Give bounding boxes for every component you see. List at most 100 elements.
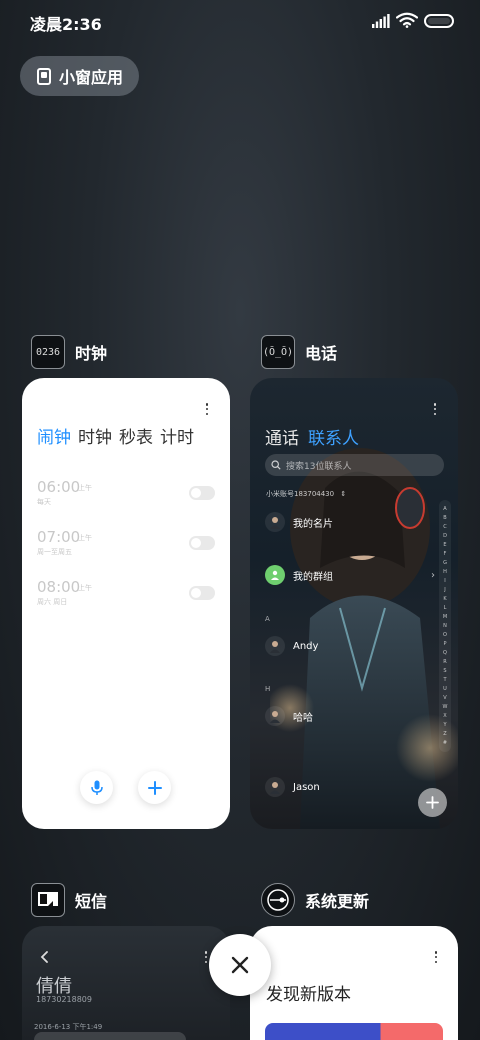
index-letter[interactable]: Y	[439, 722, 451, 728]
phone-app-name: 电话	[305, 344, 338, 363]
mini-window-apps-button[interactable]: 小窗应用	[20, 56, 139, 96]
tab-contacts[interactable]: 联系人	[308, 424, 359, 449]
contact-name: Andy	[293, 640, 319, 652]
phone-app-card[interactable]: 通话 联系人 搜索13位联系人 小米账号183704430 ⇕ 我的名片 我的群…	[250, 378, 458, 829]
clock-app-header[interactable]: 0236 时钟	[31, 335, 107, 369]
back-icon[interactable]	[40, 951, 50, 963]
tab-stopwatch[interactable]: 秒表	[119, 423, 153, 448]
contact-name: 哈哈	[293, 712, 313, 724]
index-letter[interactable]: C	[439, 524, 451, 530]
avatar	[265, 706, 285, 726]
avatar	[265, 512, 285, 532]
alarm-row[interactable]: 06:00 上午 每天	[37, 478, 215, 512]
alarm-toggle[interactable]	[189, 586, 215, 600]
contact-row[interactable]: Andy	[265, 633, 445, 659]
index-letter[interactable]: F	[439, 551, 451, 557]
plus-icon	[426, 796, 439, 809]
index-letter[interactable]: D	[439, 533, 451, 539]
tab-clock[interactable]: 时钟	[78, 423, 112, 448]
alarm-ampm: 上午	[78, 534, 92, 542]
index-letter[interactable]: U	[439, 686, 451, 692]
alarm-row[interactable]: 07:00 上午 周一至周五	[37, 528, 215, 562]
alarm-ampm: 上午	[78, 584, 92, 592]
index-letter[interactable]: W	[439, 704, 451, 710]
phone-app-header[interactable]: (Ō_Ō) 电话	[261, 335, 337, 369]
alarm-time: 06:00	[37, 478, 81, 496]
add-contact-button[interactable]	[418, 788, 447, 817]
alarm-time: 08:00	[37, 578, 81, 596]
sms-app-name: 短信	[75, 892, 108, 911]
tab-alarm[interactable]: 闹钟	[37, 423, 71, 448]
index-letter[interactable]: I	[439, 578, 451, 584]
plus-icon	[147, 780, 162, 795]
contacts-search-input[interactable]: 搜索13位联系人	[265, 454, 444, 476]
index-letter[interactable]: P	[439, 641, 451, 647]
alphabet-index[interactable]: A B C D E F G H I J K L M N O P Q R S T U V W X Y Z #	[439, 500, 451, 752]
close-icon	[231, 956, 249, 974]
contact-row[interactable]: Jason	[265, 774, 445, 800]
group-icon	[265, 565, 285, 585]
sms-app-icon	[31, 883, 65, 917]
index-letter[interactable]: A	[439, 506, 451, 512]
sms-app-card[interactable]: 倩倩 18730218809 2016-6-13 下午1:49	[22, 926, 230, 1040]
index-letter[interactable]: V	[439, 695, 451, 701]
index-letter[interactable]: K	[439, 596, 451, 602]
contact-name: Jason	[293, 781, 320, 793]
index-letter[interactable]: J	[439, 587, 451, 593]
update-more-icon[interactable]	[434, 951, 438, 963]
tab-timer[interactable]: 计时	[160, 423, 194, 448]
chevron-right-icon: ›	[431, 569, 435, 581]
index-letter[interactable]: B	[439, 515, 451, 521]
index-letter[interactable]: #	[439, 740, 451, 746]
index-letter[interactable]: E	[439, 542, 451, 548]
account-text: 小米账号183704430	[266, 490, 335, 498]
clock-tabs: 闹钟 时钟 秒表 计时	[37, 423, 194, 448]
index-letter[interactable]: N	[439, 623, 451, 629]
account-label[interactable]: 小米账号183704430 ⇕	[266, 489, 346, 499]
update-banner	[265, 1023, 443, 1040]
sms-more-icon[interactable]	[204, 951, 208, 963]
system-update-card[interactable]: 发现新版本	[250, 926, 458, 1040]
phone-tabs: 通话 联系人	[265, 424, 359, 449]
contact-row-my-groups[interactable]: 我的群组 ›	[265, 562, 445, 588]
index-letter[interactable]: Q	[439, 650, 451, 656]
phone-app-icon: (Ō_Ō)	[261, 335, 295, 369]
status-time: 凌晨2:36	[30, 15, 102, 34]
index-letter[interactable]: G	[439, 560, 451, 566]
contacts-search-placeholder: 搜索13位联系人	[286, 461, 352, 472]
clock-app-card[interactable]: 闹钟 时钟 秒表 计时 06:00 上午 每天 07:00 上午 周一至周五 0…	[22, 378, 230, 829]
add-alarm-button[interactable]	[138, 771, 171, 804]
phone-more-icon[interactable]	[433, 403, 437, 415]
index-letter[interactable]: M	[439, 614, 451, 620]
system-update-icon	[261, 883, 295, 917]
index-letter[interactable]: O	[439, 632, 451, 638]
tab-calls[interactable]: 通话	[265, 424, 299, 449]
index-letter[interactable]: H	[439, 569, 451, 575]
index-letter[interactable]: Z	[439, 731, 451, 737]
alarm-row[interactable]: 08:00 上午 周六 周日	[37, 578, 215, 612]
index-letter[interactable]: S	[439, 668, 451, 674]
contact-row-my-card[interactable]: 我的名片	[265, 509, 445, 535]
index-letter[interactable]: X	[439, 713, 451, 719]
clock-more-icon[interactable]	[205, 403, 209, 415]
section-letter: A	[265, 615, 270, 623]
avatar	[265, 777, 285, 797]
update-title: 发现新版本	[266, 985, 351, 1005]
alarm-toggle[interactable]	[189, 486, 215, 500]
alarm-time: 07:00	[37, 528, 81, 546]
index-letter[interactable]: L	[439, 605, 451, 611]
battery-icon	[424, 14, 454, 28]
voice-alarm-button[interactable]	[80, 771, 113, 804]
index-letter[interactable]: R	[439, 659, 451, 665]
close-all-button[interactable]	[209, 934, 271, 996]
search-icon	[271, 460, 281, 470]
index-letter[interactable]: T	[439, 677, 451, 683]
update-app-name: 系统更新	[305, 892, 370, 911]
contact-name: 我的名片	[293, 518, 333, 530]
signal-icon	[372, 14, 390, 28]
sms-app-header[interactable]: 短信	[31, 883, 107, 917]
contact-row[interactable]: 哈哈	[265, 703, 445, 729]
mini-window-label: 小窗应用	[59, 68, 124, 87]
update-app-header[interactable]: 系统更新	[261, 883, 369, 917]
alarm-toggle[interactable]	[189, 536, 215, 550]
